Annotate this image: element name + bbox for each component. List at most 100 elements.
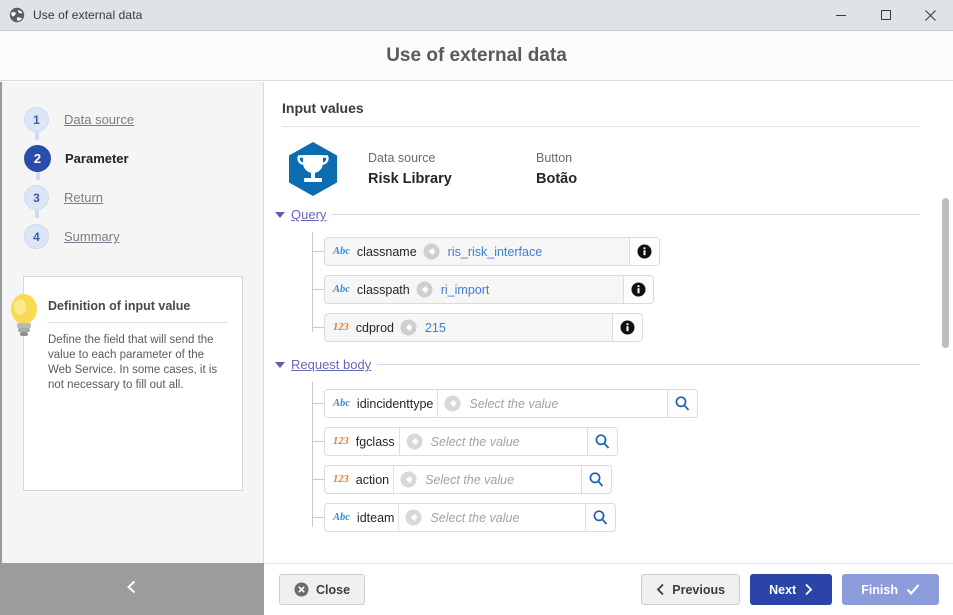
- field-value[interactable]: ris_risk_interface: [448, 245, 542, 259]
- info-icon[interactable]: [629, 238, 659, 265]
- mapping-arrow-icon: [400, 471, 417, 488]
- data-source-field: Data source Risk Library: [368, 151, 536, 187]
- section-title-request-body[interactable]: Request body: [291, 357, 371, 372]
- tree-branch: [312, 441, 324, 442]
- field-placeholder[interactable]: Select the value: [469, 397, 558, 411]
- step-number-2: 2: [24, 145, 51, 172]
- tree-branch: [312, 517, 324, 518]
- globe-icon: [9, 7, 25, 23]
- tree-branch: [312, 251, 324, 252]
- button-label: Button: [536, 151, 573, 165]
- next-button[interactable]: Next: [750, 574, 833, 605]
- sidebar-footer: [0, 563, 264, 615]
- field-row-action[interactable]: 123 action Select the value: [324, 465, 612, 494]
- info-icon[interactable]: [623, 276, 653, 303]
- step-label-summary[interactable]: Summary: [64, 229, 120, 244]
- tree-branch: [312, 479, 324, 480]
- field-row-classpath[interactable]: Abc classpath ri_import: [324, 275, 654, 304]
- type-abc-icon: Abc: [333, 246, 350, 257]
- data-source-summary: Data source Risk Library Button Botão: [282, 138, 666, 200]
- field-body[interactable]: 123 fgclass Select the value: [325, 428, 587, 455]
- step-number-1: 1: [24, 107, 49, 132]
- section-header-request-body[interactable]: Request body: [275, 357, 920, 372]
- chevron-right-icon: [804, 583, 813, 596]
- info-icon[interactable]: [612, 314, 642, 341]
- close-button-label: Close: [316, 582, 351, 597]
- section-title-query[interactable]: Query: [291, 207, 326, 222]
- field-name: classpath: [356, 282, 410, 297]
- maximize-button[interactable]: [863, 0, 908, 31]
- step-label-parameter: Parameter: [65, 151, 129, 166]
- chevron-down-icon[interactable]: [275, 361, 285, 368]
- close-button[interactable]: [908, 0, 953, 31]
- button-value: Botão: [536, 171, 578, 187]
- field-row-idincidenttype[interactable]: Abc idincidenttype Select the value: [324, 389, 698, 418]
- mapping-arrow-icon: [444, 395, 461, 412]
- sidebar-item-summary[interactable]: 4 Summary: [24, 217, 134, 256]
- mapping-arrow-icon: [405, 509, 422, 526]
- field-name: fgclass: [355, 434, 395, 449]
- step-number-4: 4: [24, 224, 49, 249]
- sidebar-item-return[interactable]: 3 Return: [24, 178, 134, 218]
- tip-box: Definition of input value Define the fie…: [11, 276, 243, 491]
- field-body[interactable]: Abc classname ris_risk_interface: [325, 238, 629, 265]
- field-row-cdprod[interactable]: 123 cdprod 215: [324, 313, 643, 342]
- input-values-heading: Input values: [282, 100, 364, 116]
- window-title: Use of external data: [33, 8, 143, 22]
- next-button-label: Next: [769, 582, 797, 597]
- field-row-idteam[interactable]: Abc idteam Select the value: [324, 503, 616, 532]
- mapping-arrow-icon: [416, 281, 433, 298]
- mapping-arrow-icon: [400, 319, 417, 336]
- field-placeholder[interactable]: Select the value: [425, 473, 514, 487]
- dialog-header: Use of external data: [0, 31, 953, 81]
- close-button-footer[interactable]: Close: [279, 574, 366, 605]
- finish-button[interactable]: Finish: [842, 574, 939, 605]
- previous-button[interactable]: Previous: [641, 574, 741, 605]
- tip-title: Definition of input value: [48, 299, 228, 323]
- step-label-return[interactable]: Return: [64, 190, 103, 205]
- type-abc-icon: Abc: [333, 398, 350, 409]
- field-body[interactable]: 123 cdprod 215: [325, 314, 612, 341]
- minimize-button[interactable]: [818, 0, 863, 31]
- search-icon[interactable]: [585, 504, 615, 531]
- finish-button-label: Finish: [861, 582, 898, 597]
- field-name: action: [355, 472, 390, 487]
- field-row-classname[interactable]: Abc classname ris_risk_interface: [324, 237, 660, 266]
- tip-body: Define the field that will send the valu…: [48, 334, 218, 391]
- field-divider: [393, 466, 395, 493]
- field-body[interactable]: Abc classpath ri_import: [325, 276, 623, 303]
- tree-branch: [312, 403, 324, 404]
- field-body[interactable]: Abc idincidenttype Select the value: [325, 390, 667, 417]
- field-name: idteam: [356, 510, 395, 525]
- search-icon[interactable]: [667, 390, 697, 417]
- dialog-window: Use of external data Use of external dat…: [0, 0, 953, 615]
- field-value[interactable]: 215: [425, 321, 446, 335]
- section-header-query[interactable]: Query: [275, 207, 920, 222]
- mapping-arrow-icon: [423, 243, 440, 260]
- step-label-data-source[interactable]: Data source: [64, 112, 134, 127]
- sidebar-item-parameter[interactable]: 2 Parameter: [24, 139, 134, 180]
- wizard-sidebar: 1 Data source 2 Parameter 3 Return 4 Sum…: [0, 82, 264, 563]
- step-number-3: 3: [24, 185, 49, 210]
- field-placeholder[interactable]: Select the value: [430, 511, 519, 525]
- field-body[interactable]: 123 action Select the value: [325, 466, 581, 493]
- main-content: Input values Data source Risk Library Bu…: [265, 82, 953, 563]
- field-row-fgclass[interactable]: 123 fgclass Select the value: [324, 427, 618, 456]
- search-icon[interactable]: [581, 466, 611, 493]
- tree-branch: [312, 289, 324, 290]
- type-number-icon: 123: [333, 322, 349, 333]
- field-value[interactable]: ri_import: [441, 283, 490, 297]
- field-body[interactable]: Abc idteam Select the value: [325, 504, 585, 531]
- chevron-left-icon: [656, 583, 665, 596]
- heading-divider: [282, 126, 920, 127]
- previous-button-label: Previous: [672, 582, 726, 597]
- sidebar-item-data-source[interactable]: 1 Data source: [24, 100, 134, 140]
- field-placeholder[interactable]: Select the value: [431, 435, 520, 449]
- search-icon[interactable]: [587, 428, 617, 455]
- field-divider: [398, 428, 400, 455]
- chevron-left-icon[interactable]: [123, 578, 141, 601]
- chevron-down-icon[interactable]: [275, 211, 285, 218]
- vertical-scrollbar[interactable]: [942, 198, 949, 348]
- type-number-icon: 123: [333, 436, 349, 447]
- title-bar: Use of external data: [0, 0, 953, 31]
